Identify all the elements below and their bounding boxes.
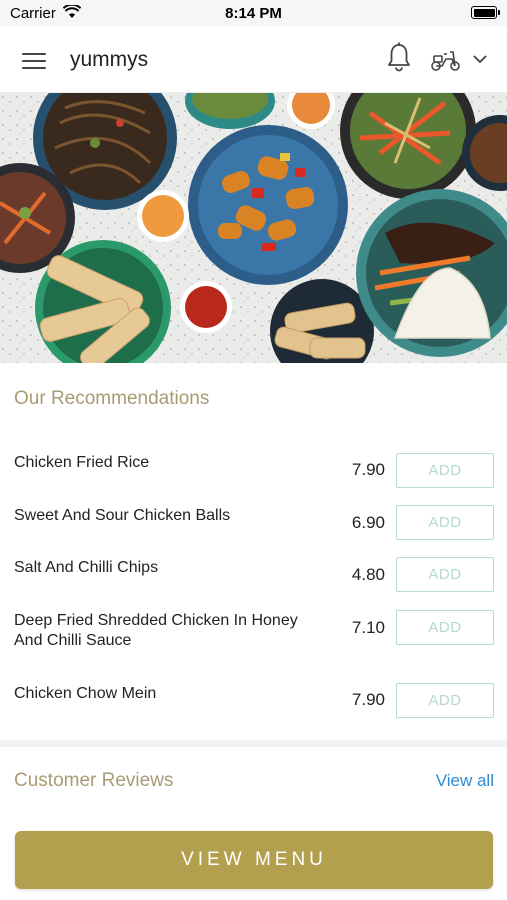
section-divider [0,740,507,747]
scooter-icon[interactable] [430,48,462,72]
dish-price: 4.80 [351,565,385,584]
dish-name: Deep Fried Shredded Chicken In Honey And… [14,612,298,649]
dish-name: Sweet And Sour Chicken Balls [14,507,231,524]
app-header: yummys [0,26,507,93]
hero-food-image [0,93,507,363]
add-button[interactable]: ADD [396,557,494,592]
recommendations-title: Our Recommendations [14,388,210,409]
battery-icon [471,6,500,19]
restaurant-name: yummys [70,48,149,71]
add-button[interactable]: ADD [396,453,494,488]
reviews-title: Customer Reviews [14,770,174,791]
clock: 8:14 PM [225,5,282,22]
dish-price: 7.90 [351,690,385,709]
chevron-down-icon[interactable] [472,54,488,64]
add-button[interactable]: ADD [396,683,494,718]
dish-name: Chicken Fried Rice [14,454,150,471]
dish-name: Chicken Chow Mein [14,685,157,702]
dish-price: 7.90 [351,460,385,479]
add-button[interactable]: ADD [396,505,494,540]
dish-price: 6.90 [351,513,385,532]
view-all-reviews-link[interactable]: View all [436,771,494,791]
dish-price: 7.10 [351,618,385,637]
status-bar: Carrier 8:14 PM [0,0,507,26]
view-menu-button[interactable]: VIEW MENU [15,831,493,889]
add-button[interactable]: ADD [396,610,494,645]
bell-icon[interactable] [386,42,412,72]
menu-icon[interactable] [22,50,48,70]
dish-name: Salt And Chilli Chips [14,559,159,576]
